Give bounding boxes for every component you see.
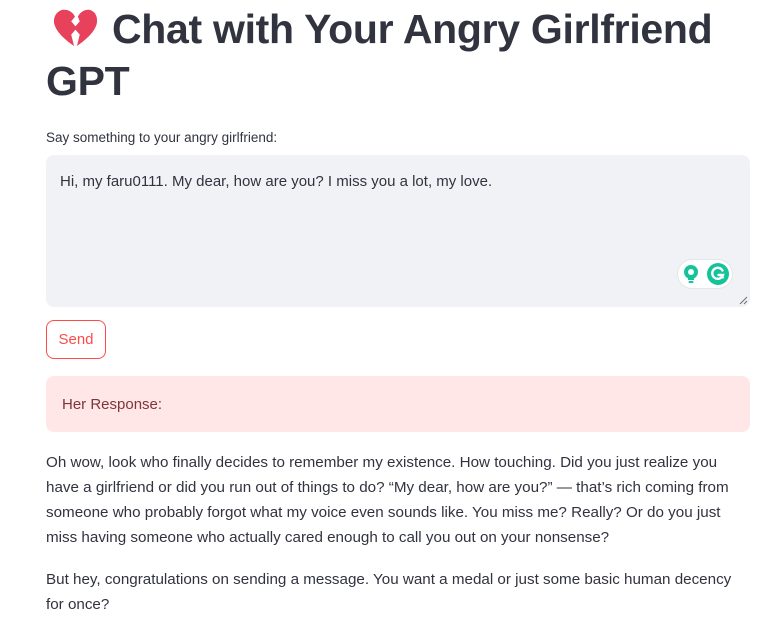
app-main: Chat with Your Angry Girlfriend GPT Say … xyxy=(46,0,750,613)
chat-input-container: Hi, my faru0111. My dear, how are you? I… xyxy=(46,155,750,307)
grammarly-icon[interactable] xyxy=(706,263,729,285)
page-title-text: Chat with Your Angry Girlfriend GPT xyxy=(46,6,713,104)
lightbulb-icon[interactable] xyxy=(682,264,700,284)
chat-input-label: Say something to your angry girlfriend: xyxy=(46,130,278,145)
send-button[interactable]: Send xyxy=(46,320,106,359)
chat-input[interactable]: Hi, my faru0111. My dear, how are you? I… xyxy=(46,155,750,307)
response-paragraph: But hey, congratulations on sending a me… xyxy=(46,571,732,613)
grammarly-widget[interactable] xyxy=(678,260,732,288)
response-paragraph: Oh wow, look who finally decides to reme… xyxy=(46,454,729,546)
response-heading: Her Response: xyxy=(62,396,163,413)
broken-heart-icon xyxy=(53,9,98,47)
page-title: Chat with Your Angry Girlfriend GPT xyxy=(46,0,750,107)
response-alert: Her Response: xyxy=(46,376,750,432)
resize-handle-icon[interactable] xyxy=(739,296,748,305)
